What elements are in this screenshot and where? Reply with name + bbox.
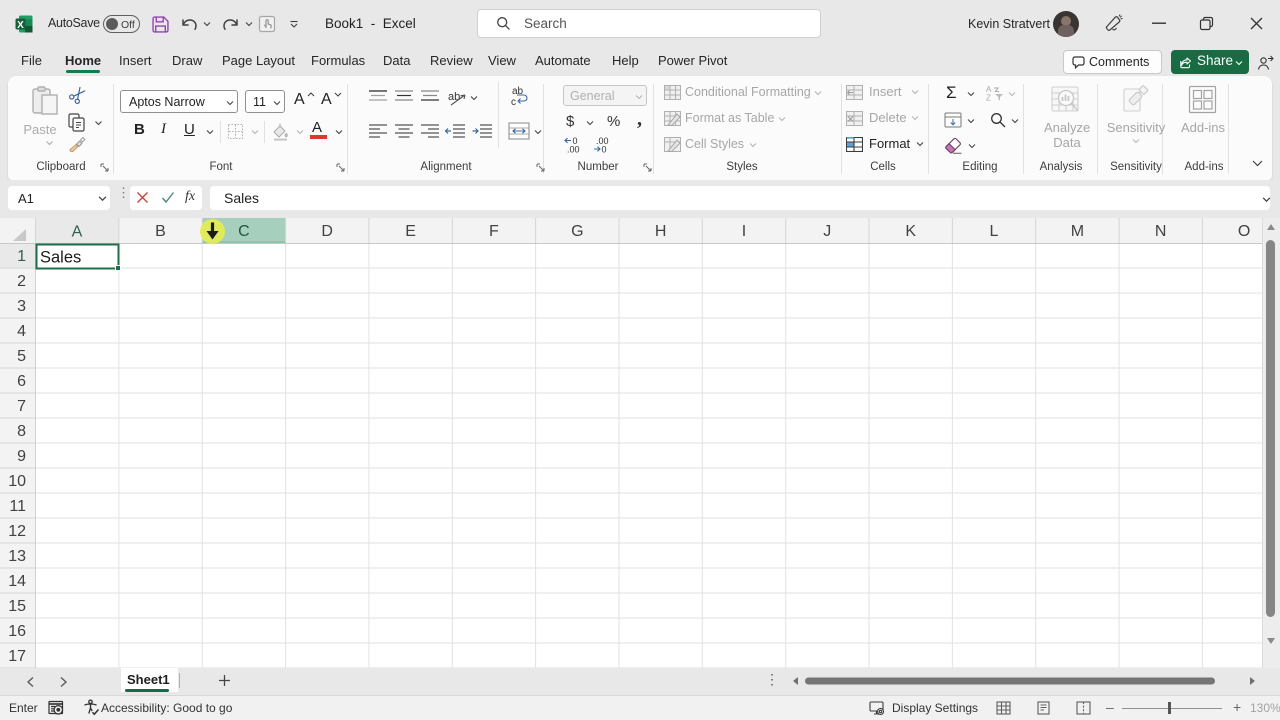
svg-text:3: 3 [17, 298, 26, 315]
svg-text:9: 9 [17, 448, 26, 465]
svg-text:10: 10 [8, 473, 26, 490]
svg-text:F: F [489, 223, 499, 240]
svg-text:0: 0 [602, 145, 607, 154]
svg-text:12: 12 [8, 523, 26, 540]
svg-text:14: 14 [8, 573, 26, 590]
svg-text:16: 16 [8, 623, 26, 640]
svg-text:6: 6 [17, 373, 26, 390]
svg-text:7: 7 [17, 398, 26, 415]
svg-text:B: B [155, 223, 166, 240]
svg-text:8: 8 [17, 423, 26, 440]
svg-text:4: 4 [17, 323, 26, 340]
svg-text:11: 11 [9, 498, 26, 515]
svg-text:13: 13 [8, 548, 26, 565]
svg-text:1: 1 [17, 248, 26, 265]
svg-text:c: c [511, 97, 516, 107]
svg-text:15: 15 [8, 598, 26, 615]
svg-text:5: 5 [17, 348, 26, 365]
svg-text:C: C [238, 223, 250, 240]
svg-text:ab: ab [448, 91, 460, 103]
svg-text:M: M [1071, 223, 1084, 240]
svg-text:N: N [1155, 223, 1167, 240]
svg-text:D: D [321, 223, 333, 240]
svg-text:G: G [571, 223, 583, 240]
svg-text:I: I [742, 223, 746, 240]
svg-text:Sales: Sales [40, 249, 81, 267]
svg-text:17: 17 [8, 648, 26, 665]
svg-text:L: L [990, 223, 999, 240]
svg-text:A: A [72, 224, 83, 241]
svg-text:K: K [905, 223, 916, 240]
svg-text:O: O [1238, 223, 1250, 240]
svg-text:2: 2 [17, 273, 26, 290]
svg-text:X: X [17, 20, 24, 31]
svg-text:H: H [655, 223, 667, 240]
svg-text:E: E [405, 223, 416, 240]
svg-text:.00: .00 [567, 145, 580, 154]
svg-text:J: J [823, 223, 831, 240]
svg-text:Z: Z [986, 94, 991, 102]
